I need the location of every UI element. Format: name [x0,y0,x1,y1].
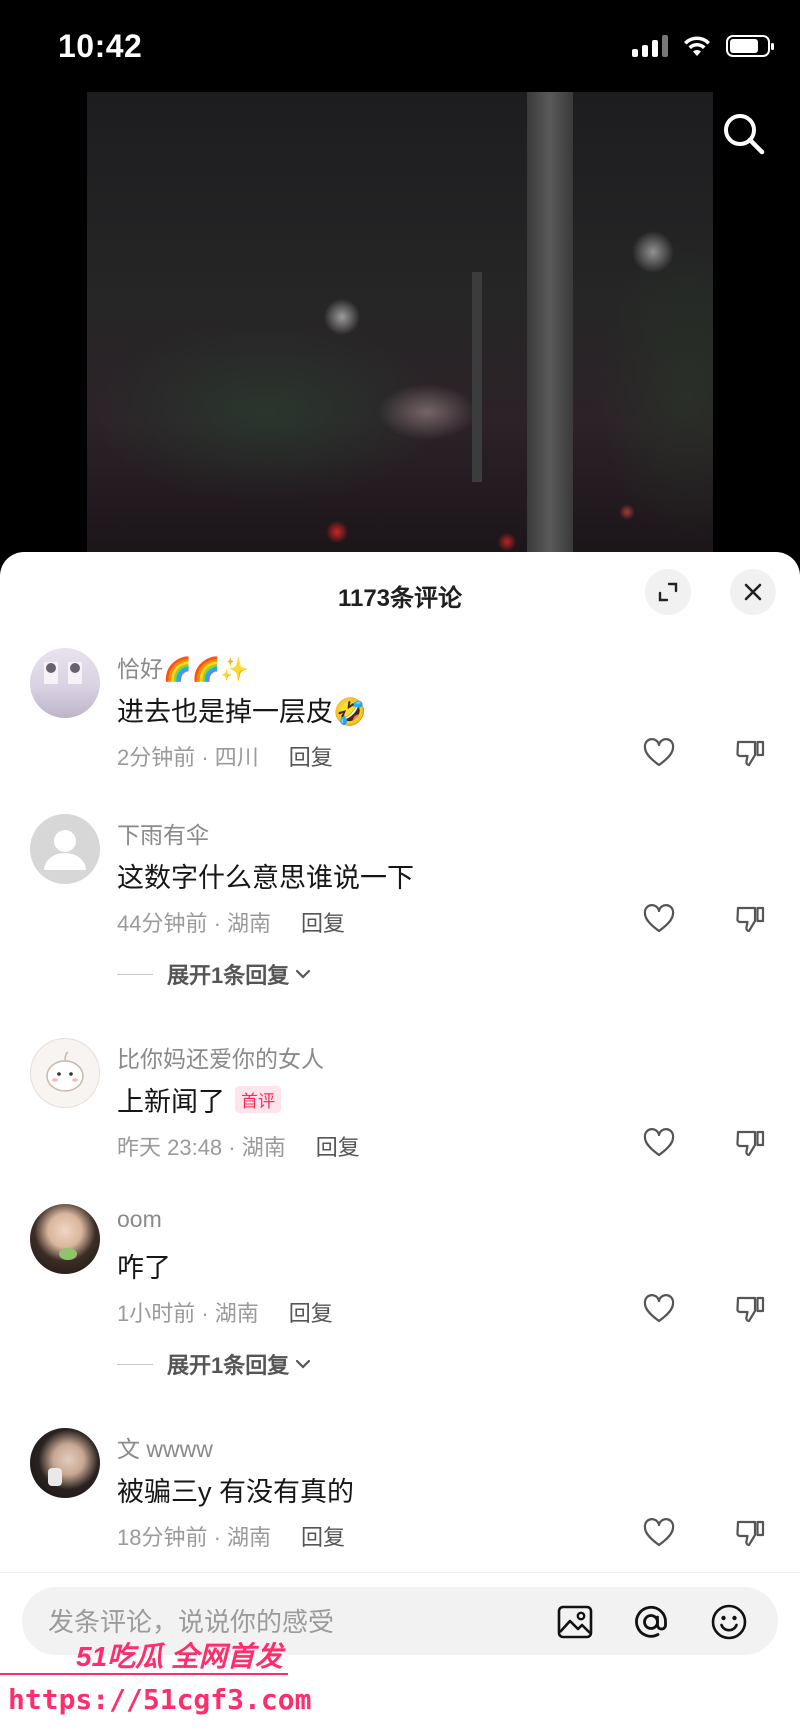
avatar[interactable] [30,814,100,884]
expand-replies-label: 展开1条回复 [167,963,290,988]
cellular-signal-icon [632,35,668,57]
comment-username[interactable]: oom [117,1206,162,1233]
avatar[interactable] [30,648,100,718]
dislike-icon[interactable] [735,738,767,768]
comment-text: 这数字什么意思谁说一下 [117,863,414,893]
comment-meta: 昨天 23:48 · 湖南 回复 [117,1130,360,1162]
comment-username[interactable]: 比你妈还爱你的女人 [117,1040,324,1074]
watermark-underline [0,1673,288,1675]
battery-level [730,39,758,53]
reply-button[interactable]: 回复 [301,911,345,936]
comment-text: 进去也是掉一层皮🤣 [117,697,367,727]
avatar-image [48,1468,62,1486]
search-button[interactable] [718,108,770,160]
comment-text: 咋了 [117,1253,171,1283]
video-street-pole [527,92,573,562]
search-icon [724,114,765,155]
watermark: 51吃瓜 全网首发 https://51cgf3.com [0,1635,311,1731]
reply-button[interactable]: 回复 [289,1301,333,1326]
comment-time-location: 昨天 23:48 · 湖南 [117,1135,286,1160]
expand-icon [658,582,678,602]
avatar[interactable] [30,1038,100,1108]
comment-time-location: 2分钟前 · 四川 [117,745,259,770]
battery-icon [726,35,774,57]
chevron-down-icon [296,1359,311,1369]
comment-meta: 1小时前 · 湖南 回复 [117,1296,333,1328]
comment-meta: 18分钟前 · 湖南 回复 [117,1520,345,1552]
reply-button[interactable]: 回复 [316,1135,360,1160]
expand-replies-button[interactable]: 展开1条回复 [117,1348,313,1380]
comment-username[interactable]: 恰好🌈🌈✨ [117,650,249,684]
expand-button[interactable] [645,569,691,615]
close-button[interactable] [730,569,776,615]
like-icon[interactable] [643,738,675,768]
like-icon[interactable] [643,904,675,934]
dislike-icon[interactable] [735,1128,767,1158]
like-icon[interactable] [643,1128,675,1158]
video-street-pole [472,272,482,482]
status-icons [632,34,774,58]
avatar-image [59,1248,77,1260]
expand-replies-button[interactable]: 展开1条回复 [117,958,313,990]
watermark-brand: 51吃瓜 全网首发 [76,1641,283,1672]
expand-replies-label: 展开1条回复 [167,1353,290,1378]
watermark-url: https://51cgf3.com [8,1683,312,1716]
avatar-image [44,662,82,684]
avatar[interactable] [30,1428,100,1498]
like-icon[interactable] [643,1294,675,1324]
comment-text: 被骗三y 有没有真的 [117,1477,355,1507]
first-comment-badge: 首评 [235,1086,281,1113]
comment-text: 上新闻了 首评 [117,1080,281,1119]
avatar-image [46,1051,84,1092]
expand-divider [117,1363,153,1365]
status-bar: 10:42 [0,0,800,92]
dislike-icon[interactable] [735,1294,767,1324]
expand-divider [117,973,153,975]
comment-time-location: 44分钟前 · 湖南 [117,911,272,936]
comment-text-content: 上新闻了 [117,1087,225,1117]
reply-button[interactable]: 回复 [301,1525,345,1550]
default-avatar-icon [44,830,86,870]
avatar[interactable] [30,1204,100,1274]
comment-meta: 44分钟前 · 湖南 回复 [117,906,345,938]
comment-username[interactable]: 文 wwww [117,1430,213,1464]
comment-time-location: 1小时前 · 湖南 [117,1301,259,1326]
reply-button[interactable]: 回复 [289,745,333,770]
dislike-icon[interactable] [735,1518,767,1548]
mention-icon[interactable] [632,1603,670,1641]
status-time: 10:42 [58,28,143,64]
dislike-icon[interactable] [735,904,767,934]
comment-username[interactable]: 下雨有伞 [117,816,209,850]
close-icon [744,583,762,601]
emoji-icon[interactable] [710,1603,748,1641]
chevron-down-icon [296,969,311,979]
comment-meta: 2分钟前 · 四川 回复 [117,740,333,772]
wifi-icon [684,36,710,56]
like-icon[interactable] [643,1518,675,1548]
comments-sheet: 1173条评论 恰好🌈🌈✨ 进去也是掉一层皮🤣 2分钟前 · 四川 回复 下雨有… [0,552,800,1731]
image-icon[interactable] [556,1603,594,1641]
video-frame[interactable] [87,92,713,562]
comment-time-location: 18分钟前 · 湖南 [117,1525,272,1550]
